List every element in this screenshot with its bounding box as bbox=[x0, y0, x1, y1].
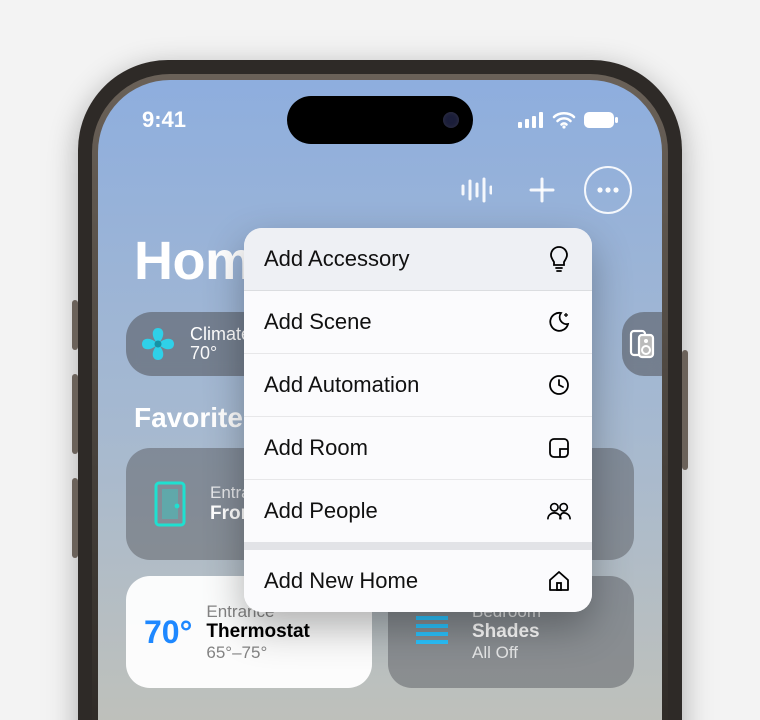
menu-item-label: Add Scene bbox=[264, 309, 372, 335]
menu-item-label: Add Accessory bbox=[264, 246, 410, 272]
lightbulb-icon bbox=[546, 246, 572, 272]
chip-value: 70° bbox=[190, 344, 251, 363]
menu-add-people[interactable]: Add People bbox=[244, 480, 592, 542]
door-icon bbox=[144, 478, 196, 530]
menu-item-label: Add Automation bbox=[264, 372, 419, 398]
menu-add-automation[interactable]: Add Automation bbox=[244, 354, 592, 417]
tile-temp: 70° bbox=[144, 614, 192, 651]
screen: 9:41 bbox=[98, 80, 662, 720]
people-icon bbox=[546, 498, 572, 524]
menu-separator bbox=[244, 542, 592, 550]
house-icon bbox=[546, 568, 572, 594]
tile-state: 65°–75° bbox=[206, 643, 309, 663]
dynamic-island bbox=[287, 96, 473, 144]
status-time: 9:41 bbox=[142, 107, 186, 133]
wifi-icon bbox=[552, 111, 576, 129]
shades-icon bbox=[406, 606, 458, 658]
menu-add-scene[interactable]: Add Scene bbox=[244, 291, 592, 354]
speakers-icon bbox=[629, 329, 655, 359]
menu-item-label: Add Room bbox=[264, 435, 368, 461]
menu-add-room[interactable]: Add Room bbox=[244, 417, 592, 480]
side-buttons-right bbox=[682, 350, 688, 494]
tile-name: Shades bbox=[472, 621, 541, 643]
fan-icon bbox=[136, 322, 180, 366]
tile-state: All Off bbox=[472, 643, 541, 663]
more-ellipsis-button[interactable] bbox=[584, 166, 632, 214]
add-context-menu: Add Accessory Add Scene Add Automation bbox=[244, 228, 592, 612]
clock-icon bbox=[546, 372, 572, 398]
voice-waveform-icon[interactable] bbox=[452, 166, 500, 214]
section-favorites: Favorites bbox=[134, 402, 259, 434]
chip-speakers[interactable] bbox=[622, 312, 662, 376]
menu-add-new-home[interactable]: Add New Home bbox=[244, 550, 592, 612]
side-buttons-left bbox=[72, 300, 78, 582]
battery-icon bbox=[584, 112, 618, 128]
phone-frame: 9:41 bbox=[78, 60, 682, 720]
cellular-icon bbox=[518, 112, 544, 128]
menu-item-label: Add People bbox=[264, 498, 378, 524]
menu-item-label: Add New Home bbox=[264, 568, 418, 594]
chip-label: Climate bbox=[190, 325, 251, 344]
menu-add-accessory[interactable]: Add Accessory bbox=[244, 228, 592, 291]
tile-name: Thermostat bbox=[206, 621, 309, 643]
room-square-icon bbox=[546, 435, 572, 461]
moon-stars-icon bbox=[546, 309, 572, 335]
add-plus-button[interactable] bbox=[518, 166, 566, 214]
